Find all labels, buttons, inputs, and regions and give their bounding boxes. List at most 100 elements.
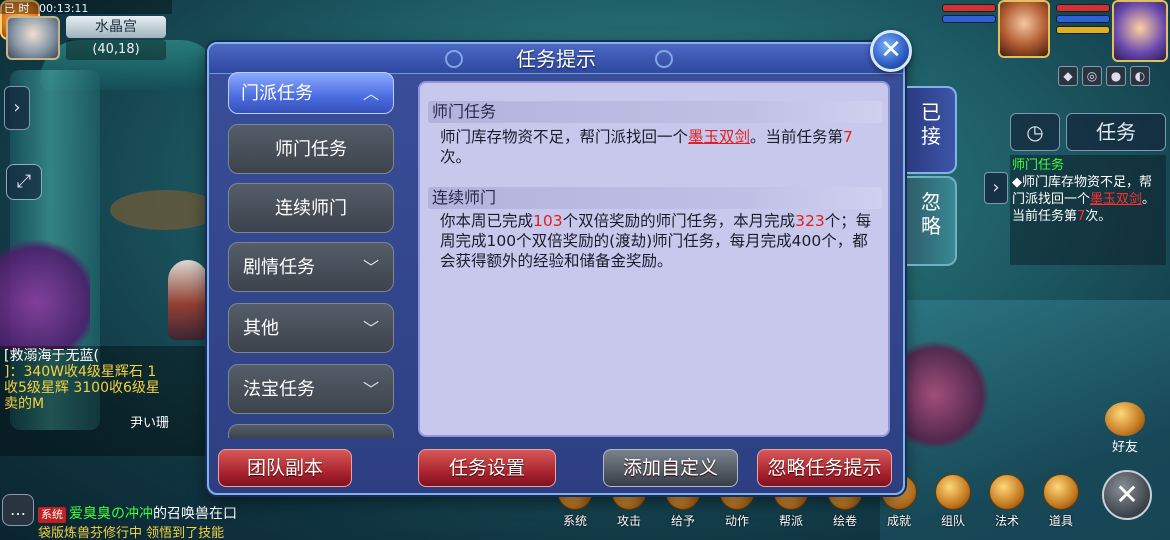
menu-label: 法术 <box>994 514 1019 528</box>
menu-label: 组队 <box>940 514 965 528</box>
category-master-task[interactable]: 师门任务 <box>228 124 394 174</box>
tracker-task-desc: ◆师门库存物资不足，帮门派找回一个墨玉双剑。当前任务第7次。 <box>1012 174 1164 225</box>
category-other[interactable]: 其他 ﹀ <box>228 303 394 353</box>
tracker-task-name: 师门任务 <box>1012 158 1065 173</box>
player-hp-bar <box>1056 4 1110 12</box>
friends-label: 好友 <box>1111 440 1138 455</box>
top-left-hud: 已 时 00:13:11 水晶宫 (40,18) <box>0 0 172 64</box>
player-portrait[interactable] <box>1112 0 1168 62</box>
weekly-count: 103 <box>533 212 563 230</box>
player-mp-bar <box>1056 15 1110 23</box>
section-body-master-task: 师门库存物资不足，帮门派找回一个墨玉双剑。当前任务第7 次。 <box>440 127 880 167</box>
menu-label: 攻击 <box>616 514 641 528</box>
category-label: 门派任务 <box>241 83 313 104</box>
buff-icon[interactable]: ● <box>1106 66 1126 86</box>
category-sect-task[interactable]: 门派任务 ︿ <box>228 72 394 114</box>
chevron-up-icon: ︿ <box>362 84 379 103</box>
category-treasure-task[interactable]: 法宝任务 ﹀ <box>228 364 394 414</box>
task-settings-button[interactable]: 任务设置 <box>418 449 556 487</box>
task-count: 7 <box>843 128 853 146</box>
system-message-line2: 袋版炼兽芬修行中 领悟到了技能 <box>38 526 225 540</box>
handshake-icon <box>1105 402 1145 436</box>
pet-hp-bar <box>942 4 996 12</box>
player-avatar[interactable] <box>6 16 60 60</box>
status-state: 已 时 <box>4 2 30 15</box>
section-title-continuous: 连续师门 <box>428 187 882 209</box>
buff-icon[interactable]: ◆ <box>1058 66 1078 86</box>
task-tracker[interactable]: 师门任务 ◆师门库存物资不足，帮门派找回一个墨玉双剑。当前任务第7次。 <box>1010 155 1166 265</box>
task-item-link[interactable]: 墨玉双剑 <box>688 128 750 146</box>
team-icon <box>935 474 971 510</box>
ignore-hint-button[interactable]: 忽略任务提示 <box>757 449 892 487</box>
detail-text: 个双倍奖励的师门任务，本月完成 <box>562 212 796 230</box>
tab-accepted[interactable]: 已接 <box>907 86 957 174</box>
system-tag: 系统 <box>38 507 66 523</box>
buff-icon[interactable]: ◐ <box>1130 66 1150 86</box>
menu-close-icon[interactable]: ✕ <box>1102 470 1152 520</box>
clock: 00:13:11 <box>39 2 89 15</box>
expand-left-arrow-icon[interactable]: › <box>4 86 30 130</box>
close-icon[interactable]: ✕ <box>870 30 912 72</box>
category-partial-item[interactable] <box>228 424 394 438</box>
menu-label: 成就 <box>886 514 911 528</box>
system-player-name[interactable]: 爱臭臭の冲冲 <box>69 506 153 522</box>
scene-coral <box>0 230 90 350</box>
category-story-task[interactable]: 剧情任务 ﹀ <box>228 242 394 292</box>
system-message: 系统 爱臭臭の冲冲的召唤兽在口 <box>38 506 338 523</box>
menu-label: 系统 <box>562 514 587 528</box>
status-bar: 已 时 00:13:11 <box>0 0 172 15</box>
add-custom-button[interactable]: 添加自定义 <box>603 449 738 487</box>
chat-line: [救溺海于无蓝( <box>4 348 99 364</box>
tracker-text-c: 次。 <box>1085 209 1112 224</box>
category-label: 法宝任务 <box>243 379 315 400</box>
chat-bubble-icon[interactable]: … <box>2 494 34 526</box>
scene-table <box>110 190 220 230</box>
menu-label: 绘卷 <box>832 514 857 528</box>
chat-line: ]：340W收4级星辉石 1 <box>4 364 157 380</box>
chat-window[interactable]: [救溺海于无蓝( ]：340W收4级星辉石 1 收5级星辉 3100收6级星 卖… <box>0 346 210 456</box>
chevron-down-icon: ﹀ <box>362 258 379 277</box>
tracker-item-link[interactable]: 墨玉双剑 <box>1090 192 1142 207</box>
teammate-avatar[interactable] <box>998 0 1050 58</box>
chevron-down-icon: ﹀ <box>362 380 379 399</box>
map-name[interactable]: 水晶宫 <box>66 16 166 38</box>
section-body-continuous: 你本周已完成103个双倍奖励的师门任务，本月完成323个；每周完成100个双倍奖… <box>440 211 880 271</box>
chat-line: 收5级星辉 3100收6级星 <box>4 380 160 396</box>
monthly-count: 323 <box>795 212 825 230</box>
magic-icon <box>989 474 1025 510</box>
map-coords: (40,18) <box>66 40 166 60</box>
menu-items[interactable]: 道具 <box>1034 470 1088 540</box>
detail-text: 师门库存物资不足，帮门派找回一个 <box>440 128 689 146</box>
menu-label: 动作 <box>724 514 749 528</box>
tracker-tab-task[interactable]: 任务 <box>1066 113 1166 151</box>
items-icon <box>1043 474 1079 510</box>
buff-icon[interactable]: ◎ <box>1082 66 1102 86</box>
menu-label: 帮派 <box>778 514 803 528</box>
tracker-collapse-arrow-icon[interactable]: › <box>984 172 1008 204</box>
menu-label: 给予 <box>670 514 695 528</box>
category-continuous-master[interactable]: 连续师门 <box>228 183 394 233</box>
team-dungeon-button[interactable]: 团队副本 <box>218 449 352 487</box>
dialog-title: 任务提示 <box>516 47 596 71</box>
system-text: 的召唤兽在口 <box>153 506 237 522</box>
task-detail-panel: 师门任务 师门库存物资不足，帮门派找回一个墨玉双剑。当前任务第7次。 连续师门 … <box>418 81 890 437</box>
fullscreen-expand-icon[interactable]: ⤢ <box>6 164 42 200</box>
chat-player-name: 尹い珊 <box>130 416 170 431</box>
menu-team[interactable]: 组队 <box>926 470 980 540</box>
menu-label: 道具 <box>1048 514 1073 528</box>
friends-button[interactable]: 好友 <box>1100 402 1150 455</box>
tab-ignored[interactable]: 忽略 <box>907 176 957 266</box>
pet-mp-bar <box>942 15 996 23</box>
detail-text: 。当前任务第 <box>750 128 844 146</box>
detail-text: 你本周已完成 <box>440 212 534 230</box>
chevron-down-icon: ﹀ <box>362 319 379 338</box>
category-label: 其他 <box>243 318 279 339</box>
detail-text: 次。 <box>440 148 472 166</box>
section-title-master-task: 师门任务 <box>428 101 882 123</box>
category-label: 剧情任务 <box>243 257 315 278</box>
chat-line: 卖的M <box>4 396 45 412</box>
menu-magic[interactable]: 法术 <box>980 470 1034 540</box>
timer-icon[interactable]: ◷ <box>1010 113 1060 151</box>
player-anger-bar <box>1056 26 1110 34</box>
npc-character[interactable] <box>168 260 208 340</box>
